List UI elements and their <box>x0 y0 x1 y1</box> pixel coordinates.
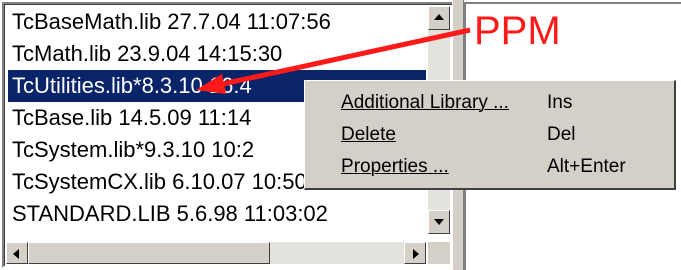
library-manager: TcBaseMath.lib 27.7.04 11:07:56 TcMath.l… <box>0 0 681 270</box>
annotation-arrow-icon <box>196 27 471 94</box>
